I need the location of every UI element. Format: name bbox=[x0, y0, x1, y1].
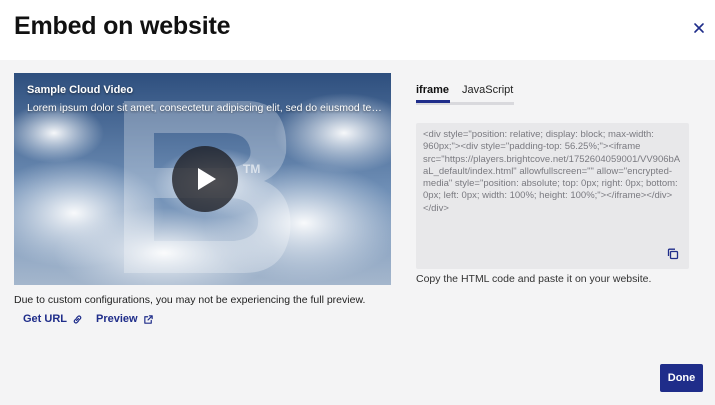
preview-label: Preview bbox=[96, 313, 138, 325]
preview-note: Due to custom configurations, you may no… bbox=[14, 294, 366, 306]
tab-javascript[interactable]: JavaScript bbox=[462, 84, 513, 96]
preview-link[interactable]: Preview bbox=[96, 313, 154, 325]
close-icon[interactable] bbox=[692, 21, 706, 35]
video-description: Lorem ipsum dolor sit amet, consectetur … bbox=[27, 102, 387, 114]
dialog-header: Embed on website bbox=[0, 0, 715, 60]
get-url-link[interactable]: Get URL bbox=[23, 313, 83, 325]
video-player[interactable]: Sample Cloud Video Lorem ipsum dolor sit… bbox=[14, 73, 391, 285]
embed-code-box[interactable]: <div style="position: relative; display:… bbox=[416, 123, 689, 269]
play-icon bbox=[198, 168, 216, 190]
link-icon bbox=[73, 315, 82, 323]
tab-iframe[interactable]: iframe bbox=[416, 84, 449, 96]
dialog-title: Embed on website bbox=[14, 12, 231, 40]
copy-icon[interactable] bbox=[666, 247, 680, 261]
done-button[interactable]: Done bbox=[660, 364, 703, 392]
video-title: Sample Cloud Video bbox=[27, 84, 134, 96]
active-tab-indicator bbox=[416, 100, 450, 103]
play-button[interactable] bbox=[172, 146, 238, 212]
trademark-mark: TM bbox=[243, 162, 261, 176]
copy-hint: Copy the HTML code and paste it on your … bbox=[416, 273, 652, 285]
embed-code[interactable]: <div style="position: relative; display:… bbox=[423, 129, 685, 215]
external-link-icon bbox=[143, 314, 153, 324]
get-url-label: Get URL bbox=[23, 313, 67, 325]
